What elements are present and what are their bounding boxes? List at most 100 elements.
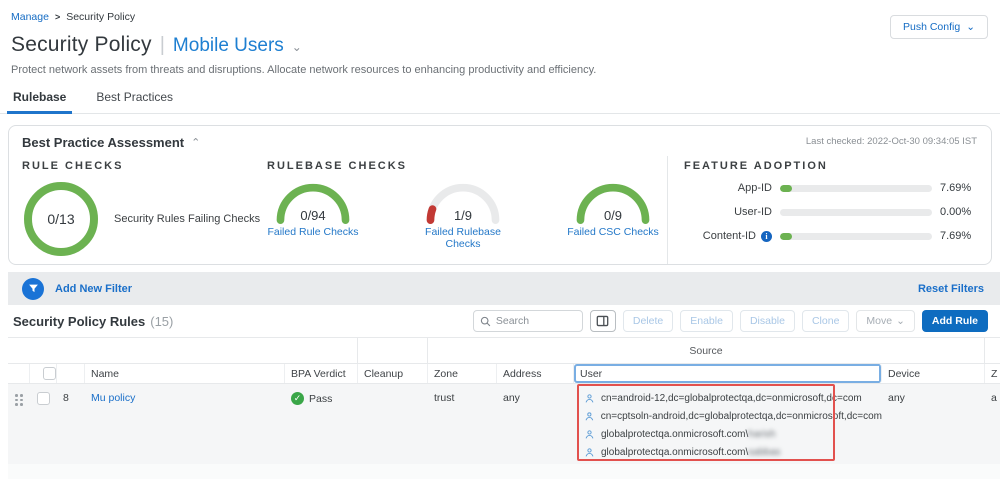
filter-funnel-icon[interactable] bbox=[22, 278, 44, 300]
content-id-label: Content-ID bbox=[703, 230, 756, 242]
column-picker-button[interactable] bbox=[590, 310, 616, 332]
failed-csc-checks-link[interactable]: Failed CSC Checks bbox=[567, 226, 659, 238]
app-id-value: 7.69% bbox=[940, 182, 971, 194]
group-header-source: Source bbox=[428, 338, 985, 363]
cleanup-cell bbox=[358, 384, 428, 392]
table-row[interactable]: 8 Mu policy ✓ Pass trust any cn=android-… bbox=[8, 384, 1000, 464]
rule-name-link[interactable]: Mu policy bbox=[91, 392, 135, 404]
chevron-up-icon[interactable]: ⌃ bbox=[191, 136, 200, 149]
title-row: Security Policy | Mobile Users ⌄ bbox=[0, 23, 1000, 57]
bpa-body: RULE CHECKS 0/13 Security Rules Failing … bbox=[9, 156, 991, 264]
rule-checks-caption: Security Rules Failing Checks bbox=[114, 213, 260, 225]
header-cleanup[interactable]: Cleanup bbox=[358, 364, 428, 383]
add-new-filter-link[interactable]: Add New Filter bbox=[55, 283, 132, 295]
title-divider: | bbox=[160, 34, 165, 57]
reset-filters-link[interactable]: Reset Filters bbox=[918, 283, 984, 295]
user-text: globalprotectqa.onmicrosoft.com\ bbox=[601, 429, 748, 440]
failed-rulebase-checks-link[interactable]: Failed Rulebase Checks bbox=[417, 226, 509, 250]
pass-badge: ✓ Pass bbox=[291, 392, 358, 405]
delete-button[interactable]: Delete bbox=[623, 310, 673, 332]
security-policy-rules-table: Source Name BPA Verdict Cleanup Zone Add… bbox=[8, 337, 1000, 464]
rule-checks-value: 0/13 bbox=[22, 180, 100, 258]
content-id-value: 7.69% bbox=[940, 230, 971, 242]
drag-handle-icon[interactable] bbox=[15, 394, 30, 406]
header-name[interactable]: Name bbox=[85, 364, 285, 383]
columns-icon bbox=[596, 315, 609, 327]
user-text: cn=cptsoln-android,dc=globalprotectqa,dc… bbox=[601, 411, 882, 422]
feature-adoption-heading: FEATURE ADOPTION bbox=[684, 160, 977, 172]
row-drag-cell bbox=[8, 384, 30, 406]
user-entry: cn=android-12,dc=globalprotectqa,dc=onmi… bbox=[584, 389, 882, 407]
group-cell-empty bbox=[358, 338, 428, 363]
tab-rulebase[interactable]: Rulebase bbox=[11, 90, 68, 113]
bpa-verdict-cell: ✓ Pass bbox=[285, 384, 358, 405]
adoption-row-app-id: App-ID 7.69% bbox=[684, 182, 977, 194]
header-source-zone[interactable]: Zone bbox=[428, 364, 497, 383]
user-entry: cn=cptsoln-android,dc=globalprotectqa,dc… bbox=[584, 407, 882, 425]
add-rule-button[interactable]: Add Rule bbox=[922, 310, 988, 332]
user-icon bbox=[584, 411, 595, 422]
adoption-row-user-id: User-ID 0.00% bbox=[684, 206, 977, 218]
app-id-label: App-ID bbox=[738, 182, 772, 194]
bpa-card-title[interactable]: Best Practice Assessment ⌃ bbox=[22, 135, 200, 150]
gauge-failed-rulebase-checks: 1/9 Failed Rulebase Checks bbox=[417, 180, 509, 250]
rulebase-checks-heading: RULEBASE CHECKS bbox=[267, 160, 667, 172]
header-drag-column bbox=[8, 364, 30, 383]
user-id-progress-bar bbox=[780, 209, 932, 216]
header-source-user[interactable]: User bbox=[574, 364, 882, 383]
select-all-checkbox[interactable] bbox=[43, 367, 56, 380]
page-title: Security Policy bbox=[11, 33, 152, 57]
verdict-label: Pass bbox=[309, 393, 332, 405]
check-circle-icon: ✓ bbox=[291, 392, 304, 405]
user-text: cn=android-12,dc=globalprotectqa,dc=onmi… bbox=[601, 393, 862, 404]
rule-checks-section: RULE CHECKS 0/13 Security Rules Failing … bbox=[9, 156, 261, 264]
header-rule-number bbox=[57, 364, 85, 383]
chevron-down-icon[interactable]: ⌄ bbox=[292, 40, 302, 54]
header-bpa-verdict[interactable]: BPA Verdict bbox=[285, 364, 358, 383]
search-input[interactable] bbox=[496, 315, 566, 327]
user-icon bbox=[584, 393, 595, 404]
rule-checks-gauge: 0/13 bbox=[22, 180, 100, 258]
tab-best-practices[interactable]: Best Practices bbox=[94, 90, 175, 113]
header-select-all bbox=[30, 364, 57, 383]
feature-adoption-section: FEATURE ADOPTION App-ID 7.69% User-ID 0.… bbox=[667, 156, 991, 264]
app-id-progress-bar bbox=[780, 185, 932, 192]
header-source-device[interactable]: Device bbox=[882, 364, 985, 383]
source-user-cell: cn=android-12,dc=globalprotectqa,dc=onmi… bbox=[574, 384, 882, 461]
breadcrumb-manage[interactable]: Manage bbox=[11, 11, 49, 23]
breadcrumb-chevron-icon: > bbox=[55, 12, 60, 22]
user-text: globalprotectqa.onmicrosoft.com\ bbox=[601, 447, 748, 458]
chevron-down-icon: ⌄ bbox=[966, 21, 975, 33]
breadcrumb: Manage > Security Policy bbox=[0, 0, 1000, 23]
search-icon bbox=[480, 316, 491, 327]
scope-selector[interactable]: Mobile Users bbox=[173, 35, 284, 57]
user-entry: globalprotectqa.onmicrosoft.com\sabbas bbox=[584, 443, 882, 461]
cut-cell: a bbox=[985, 384, 1000, 404]
clone-button[interactable]: Clone bbox=[802, 310, 849, 332]
header-source-address[interactable]: Address bbox=[497, 364, 574, 383]
user-icon bbox=[584, 447, 595, 458]
info-icon[interactable]: i bbox=[761, 231, 772, 242]
gauge-failed-rule-checks: 0/94 Failed Rule Checks bbox=[267, 180, 359, 250]
page-subtitle: Protect network assets from threats and … bbox=[0, 57, 1000, 76]
user-text-blurred: sabbas bbox=[748, 447, 780, 458]
push-config-button[interactable]: Push Config ⌄ bbox=[890, 15, 988, 39]
source-device-cell: any bbox=[882, 384, 985, 404]
user-list: cn=android-12,dc=globalprotectqa,dc=onmi… bbox=[574, 384, 882, 461]
row-checkbox[interactable] bbox=[37, 392, 50, 405]
disable-button[interactable]: Disable bbox=[740, 310, 795, 332]
content-id-progress-bar bbox=[780, 233, 932, 240]
move-button[interactable]: Move ⌄ bbox=[856, 310, 915, 332]
group-cell-cut bbox=[985, 338, 1000, 363]
table-header-row: Name BPA Verdict Cleanup Zone Address Us… bbox=[8, 364, 1000, 384]
search-box[interactable] bbox=[473, 310, 583, 332]
enable-button[interactable]: Enable bbox=[680, 310, 733, 332]
rule-checks-heading: RULE CHECKS bbox=[22, 160, 261, 172]
source-address-cell: any bbox=[497, 384, 574, 404]
source-zone-cell: trust bbox=[428, 384, 497, 404]
user-icon bbox=[584, 429, 595, 440]
security-policy-page: Manage > Security Policy Push Config ⌄ S… bbox=[0, 0, 1000, 479]
failed-rule-checks-link[interactable]: Failed Rule Checks bbox=[267, 226, 359, 238]
chevron-down-icon: ⌄ bbox=[896, 315, 905, 327]
rules-count: (15) bbox=[150, 314, 173, 329]
